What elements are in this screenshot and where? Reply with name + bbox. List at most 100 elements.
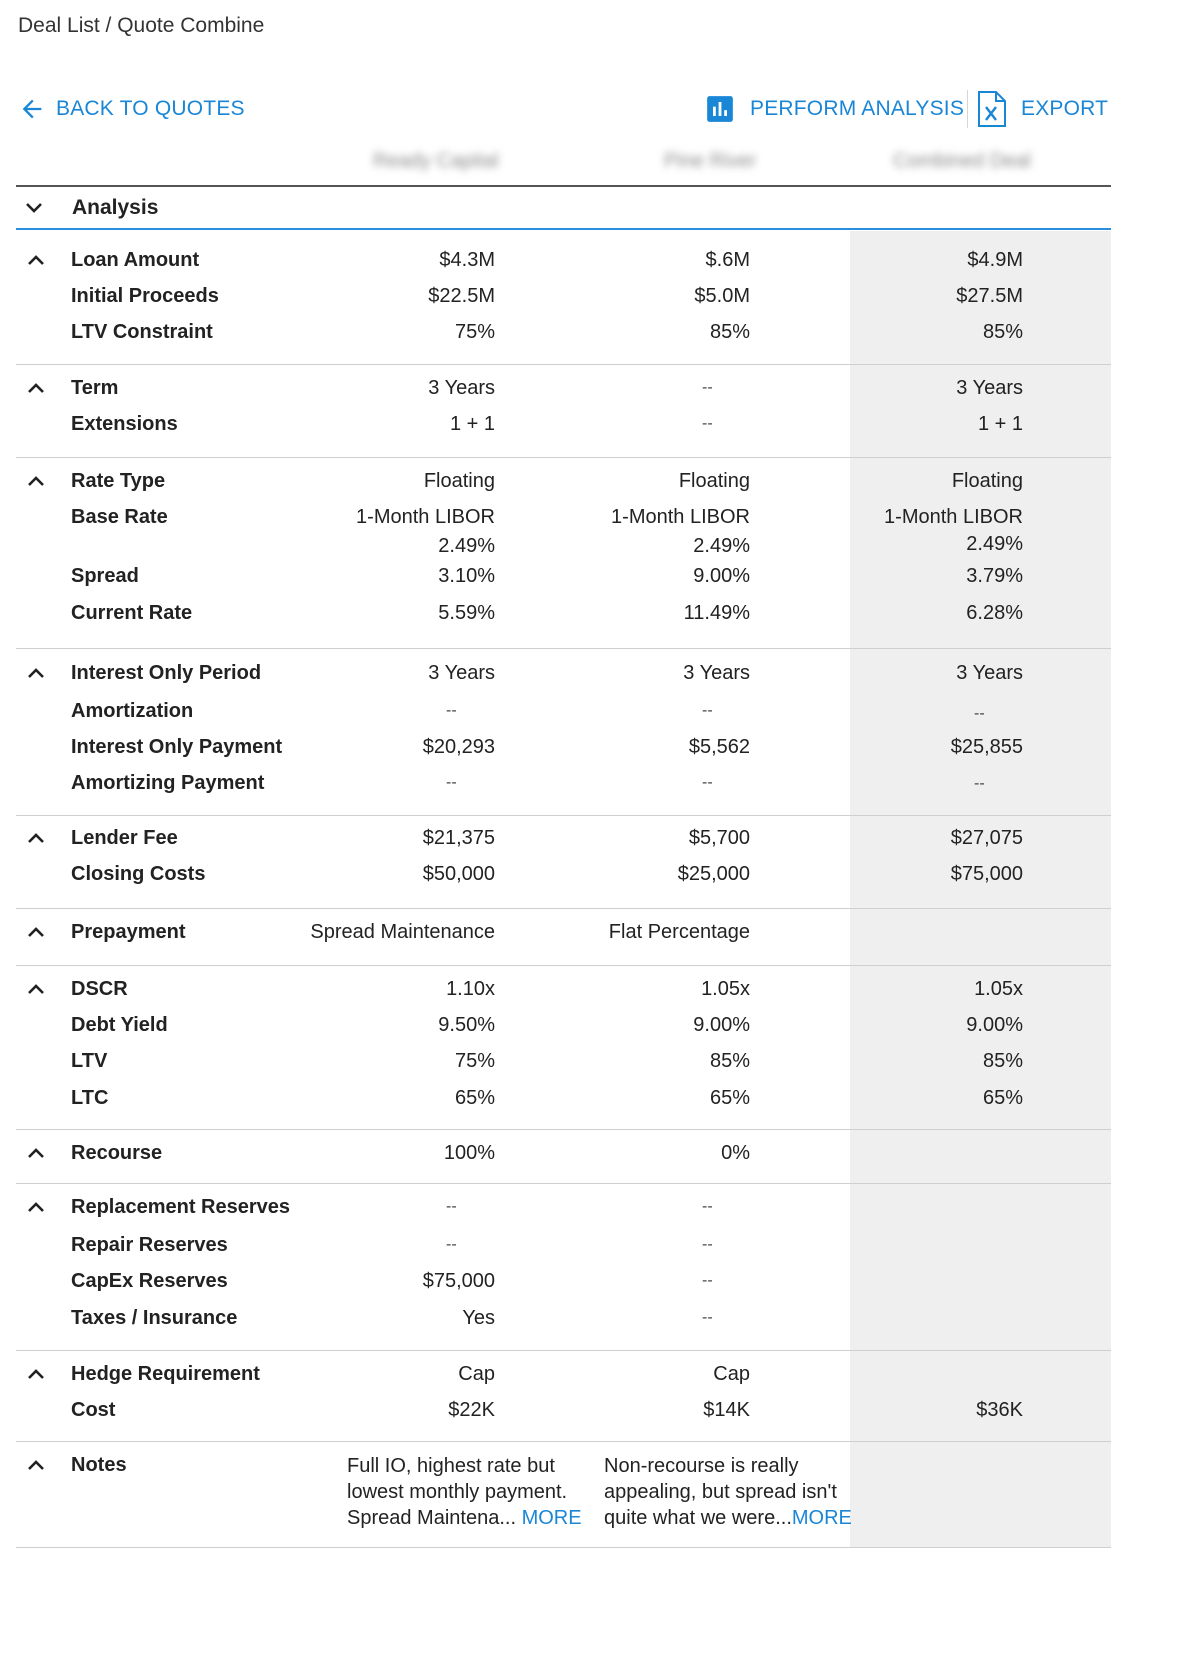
row-label-amortization: Amortization	[71, 700, 194, 722]
loan-amount-section: Loan Amount $4.3M $.6M $4.9M Initial Pro…	[16, 231, 1111, 364]
note-1-line-2: lowest monthly payment.	[347, 1481, 568, 1503]
column-header-1: Ready Capital	[373, 150, 499, 172]
io-period-value-1: 3 Years	[428, 662, 495, 684]
note-2-more-link[interactable]: MORE	[792, 1507, 852, 1529]
breadcrumb: Deal List / Quote Combine	[18, 14, 265, 37]
ltv-constraint-value-1: 75%	[454, 321, 495, 343]
taxes-insurance-value-2: --	[702, 1309, 713, 1326]
note-text-1: Full IO, highest rate but lowest monthly…	[347, 1453, 582, 1531]
lender-fee-value-2: $5,700	[688, 827, 750, 849]
perform-analysis-button[interactable]: PERFORM ANALYSIS	[706, 88, 964, 130]
spread-value-2: 9.00%	[693, 565, 750, 587]
ltc-value-3: 65%	[982, 1087, 1023, 1109]
row-label-debt-yield: Debt Yield	[71, 1014, 168, 1036]
base-rate-pct-3: 2.49%	[966, 533, 1023, 555]
analysis-toggle[interactable]: Analysis	[16, 188, 1111, 228]
cost-value-2: $14K	[703, 1399, 750, 1421]
dscr-value-3: 1.05x	[974, 978, 1023, 1000]
chevron-up-icon[interactable]	[24, 469, 48, 493]
reserves-section: Replacement Reserves -- -- Repair Reserv…	[16, 1184, 1111, 1350]
export-button[interactable]: EXPORT	[977, 88, 1108, 130]
amortization-value-3: --	[974, 705, 985, 722]
arrow-left-icon	[22, 99, 42, 119]
base-rate-pct-2: 2.49%	[693, 535, 750, 557]
row-label-replacement-reserves: Replacement Reserves	[71, 1196, 291, 1218]
note-2-line-2: appealing, but spread isn't	[604, 1481, 837, 1503]
row-label-capex-reserves: CapEx Reserves	[71, 1270, 228, 1292]
section-divider	[16, 1547, 1111, 1548]
row-label-ltv: LTV	[71, 1050, 108, 1072]
note-1-line-1: Full IO, highest rate but	[347, 1455, 555, 1477]
chevron-up-icon[interactable]	[24, 1195, 48, 1219]
repair-reserves-value-2: --	[702, 1236, 713, 1253]
rate-type-value-1: Floating	[423, 470, 495, 492]
io-period-value-3: 3 Years	[956, 662, 1023, 684]
amortizing-payment-value-3: --	[974, 775, 985, 792]
column-header-3: Combined Deal	[893, 150, 1031, 172]
debt-yield-value-1: 9.50%	[438, 1014, 495, 1036]
row-label-closing-costs: Closing Costs	[71, 863, 206, 885]
chevron-up-icon[interactable]	[24, 1453, 48, 1477]
dscr-value-2: 1.05x	[701, 978, 750, 1000]
ltv-value-3: 85%	[982, 1050, 1023, 1072]
chevron-up-icon[interactable]	[24, 826, 48, 850]
note-2-line-1: Non-recourse is really	[604, 1455, 799, 1477]
chevron-up-icon[interactable]	[24, 1141, 48, 1165]
prepayment-value-1: Spread Maintenance	[310, 921, 495, 943]
chevron-up-icon[interactable]	[24, 248, 48, 272]
taxes-insurance-value-1: Yes	[462, 1307, 495, 1329]
chevron-up-icon[interactable]	[24, 920, 48, 944]
initial-proceeds-value-1: $22.5M	[428, 285, 495, 307]
extensions-value-2: --	[702, 415, 713, 432]
term-section: Term 3 Years -- 3 Years Extensions 1 + 1…	[16, 365, 1111, 457]
term-value-2: --	[702, 379, 713, 396]
note-1-more-link[interactable]: MORE	[522, 1507, 582, 1529]
current-rate-value-2: 11.49%	[683, 602, 750, 624]
row-label-ltc: LTC	[71, 1087, 109, 1109]
ltc-value-2: 65%	[709, 1087, 750, 1109]
chevron-down-icon	[26, 203, 42, 213]
note-1-line-3: Spread Maintena...	[347, 1507, 522, 1529]
rate-type-value-2: Floating	[678, 470, 750, 492]
replacement-reserves-value-2: --	[702, 1198, 713, 1215]
term-value-1: 3 Years	[428, 377, 495, 399]
debt-yield-value-2: 9.00%	[693, 1014, 750, 1036]
row-label-amortizing-payment: Amortizing Payment	[71, 772, 265, 794]
io-period-value-2: 3 Years	[683, 662, 750, 684]
perform-analysis-label: PERFORM ANALYSIS	[750, 97, 965, 120]
row-label-initial-proceeds: Initial Proceeds	[71, 285, 219, 307]
loan-amount-value-3: $4.9M	[967, 249, 1023, 271]
repair-reserves-value-1: --	[446, 1236, 457, 1253]
row-label-current-rate: Current Rate	[71, 602, 193, 624]
row-label-interest-only-payment: Interest Only Payment	[71, 736, 283, 758]
back-to-quotes-button[interactable]: BACK TO QUOTES	[18, 88, 245, 130]
chevron-up-icon[interactable]	[24, 376, 48, 400]
excel-file-icon	[978, 91, 1006, 127]
chevron-up-icon[interactable]	[24, 977, 48, 1001]
row-label-notes: Notes	[71, 1454, 127, 1476]
io-payment-value-2: $5,562	[688, 736, 750, 758]
row-label-dscr: DSCR	[71, 978, 128, 1000]
interest-only-section: Interest Only Period 3 Years 3 Years 3 Y…	[16, 649, 1111, 815]
chevron-up-icon[interactable]	[24, 661, 48, 685]
row-label-interest-only-period: Interest Only Period	[71, 662, 262, 684]
chevron-up-icon[interactable]	[24, 1362, 48, 1386]
amortizing-payment-value-1: --	[446, 774, 457, 791]
amortization-value-1: --	[446, 702, 457, 719]
spread-value-1: 3.10%	[438, 565, 495, 587]
prepayment-value-2: Flat Percentage	[608, 921, 750, 943]
current-rate-value-1: 5.59%	[438, 602, 495, 624]
closing-costs-value-2: $25,000	[677, 863, 750, 885]
capex-reserves-value-1: $75,000	[422, 1270, 495, 1292]
export-label: EXPORT	[1021, 97, 1109, 120]
column-headers: Ready Capital Pine River Combined Deal	[0, 150, 1189, 180]
bar-chart-icon	[707, 96, 733, 122]
spread-value-3: 3.79%	[966, 565, 1023, 587]
term-value-3: 3 Years	[956, 377, 1023, 399]
initial-proceeds-value-3: $27.5M	[956, 285, 1023, 307]
notes-section: Notes Full IO, highest rate but lowest m…	[16, 1442, 1111, 1547]
recourse-value-2: 0%	[721, 1142, 750, 1164]
recourse-value-1: 100%	[443, 1142, 495, 1164]
rate-section: Rate Type Floating Floating Floating Bas…	[16, 458, 1111, 648]
recourse-section: Recourse 100% 0%	[16, 1130, 1111, 1183]
